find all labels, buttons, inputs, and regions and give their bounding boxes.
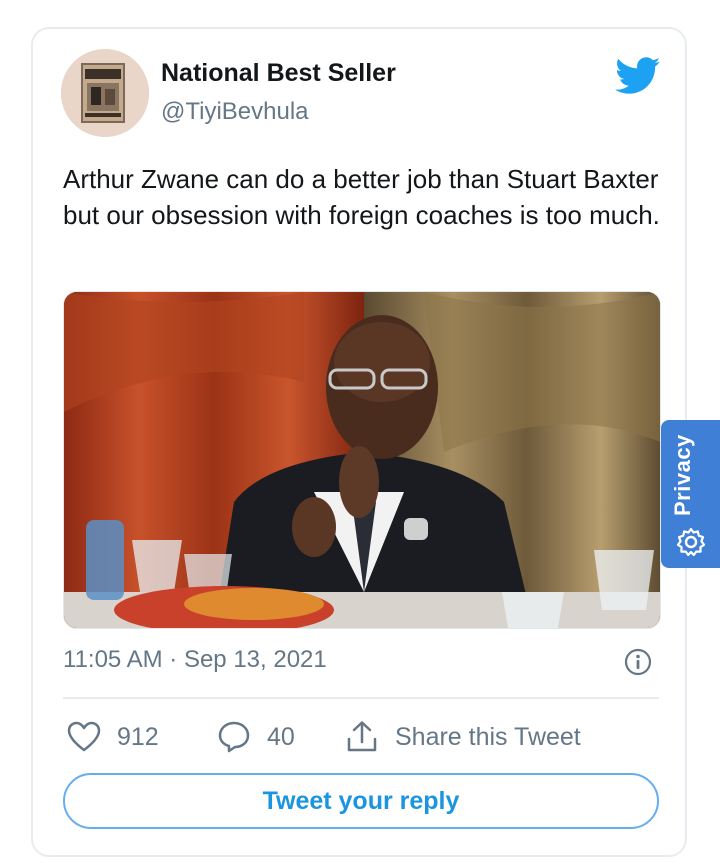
- tweet-your-reply-button[interactable]: Tweet your reply: [63, 773, 659, 829]
- speech-bubble-icon: [218, 721, 250, 753]
- avatar-book-cover-image: [61, 49, 149, 137]
- twitter-bird-icon[interactable]: [615, 57, 661, 95]
- tweet-timestamp[interactable]: 11:05 AM · Sep 13, 2021: [63, 646, 327, 674]
- tweet-photo[interactable]: [63, 291, 661, 629]
- tweet-photo-image: [64, 292, 660, 628]
- info-icon[interactable]: [624, 648, 652, 676]
- share-action[interactable]: Share this Tweet: [345, 719, 581, 755]
- reply-count: 40: [267, 722, 295, 751]
- heart-icon: [67, 721, 101, 752]
- like-action[interactable]: 912: [67, 719, 159, 755]
- share-label: Share this Tweet: [395, 722, 581, 751]
- avatar[interactable]: [61, 49, 149, 137]
- reply-action[interactable]: 40: [217, 719, 295, 755]
- author-name[interactable]: National Best Seller: [161, 59, 396, 88]
- divider: [63, 697, 659, 699]
- author-handle[interactable]: @TiyiBevhula: [161, 98, 309, 126]
- tweet-text: Arthur Zwane can do a better job than St…: [63, 164, 660, 230]
- gear-icon: [675, 526, 707, 558]
- privacy-tab[interactable]: Privacy: [661, 420, 720, 568]
- tweet-card: National Best Seller @TiyiBevhula Arthur…: [31, 27, 687, 857]
- privacy-label: Privacy: [670, 434, 695, 516]
- share-upload-icon: [347, 721, 377, 752]
- like-count: 912: [117, 722, 159, 751]
